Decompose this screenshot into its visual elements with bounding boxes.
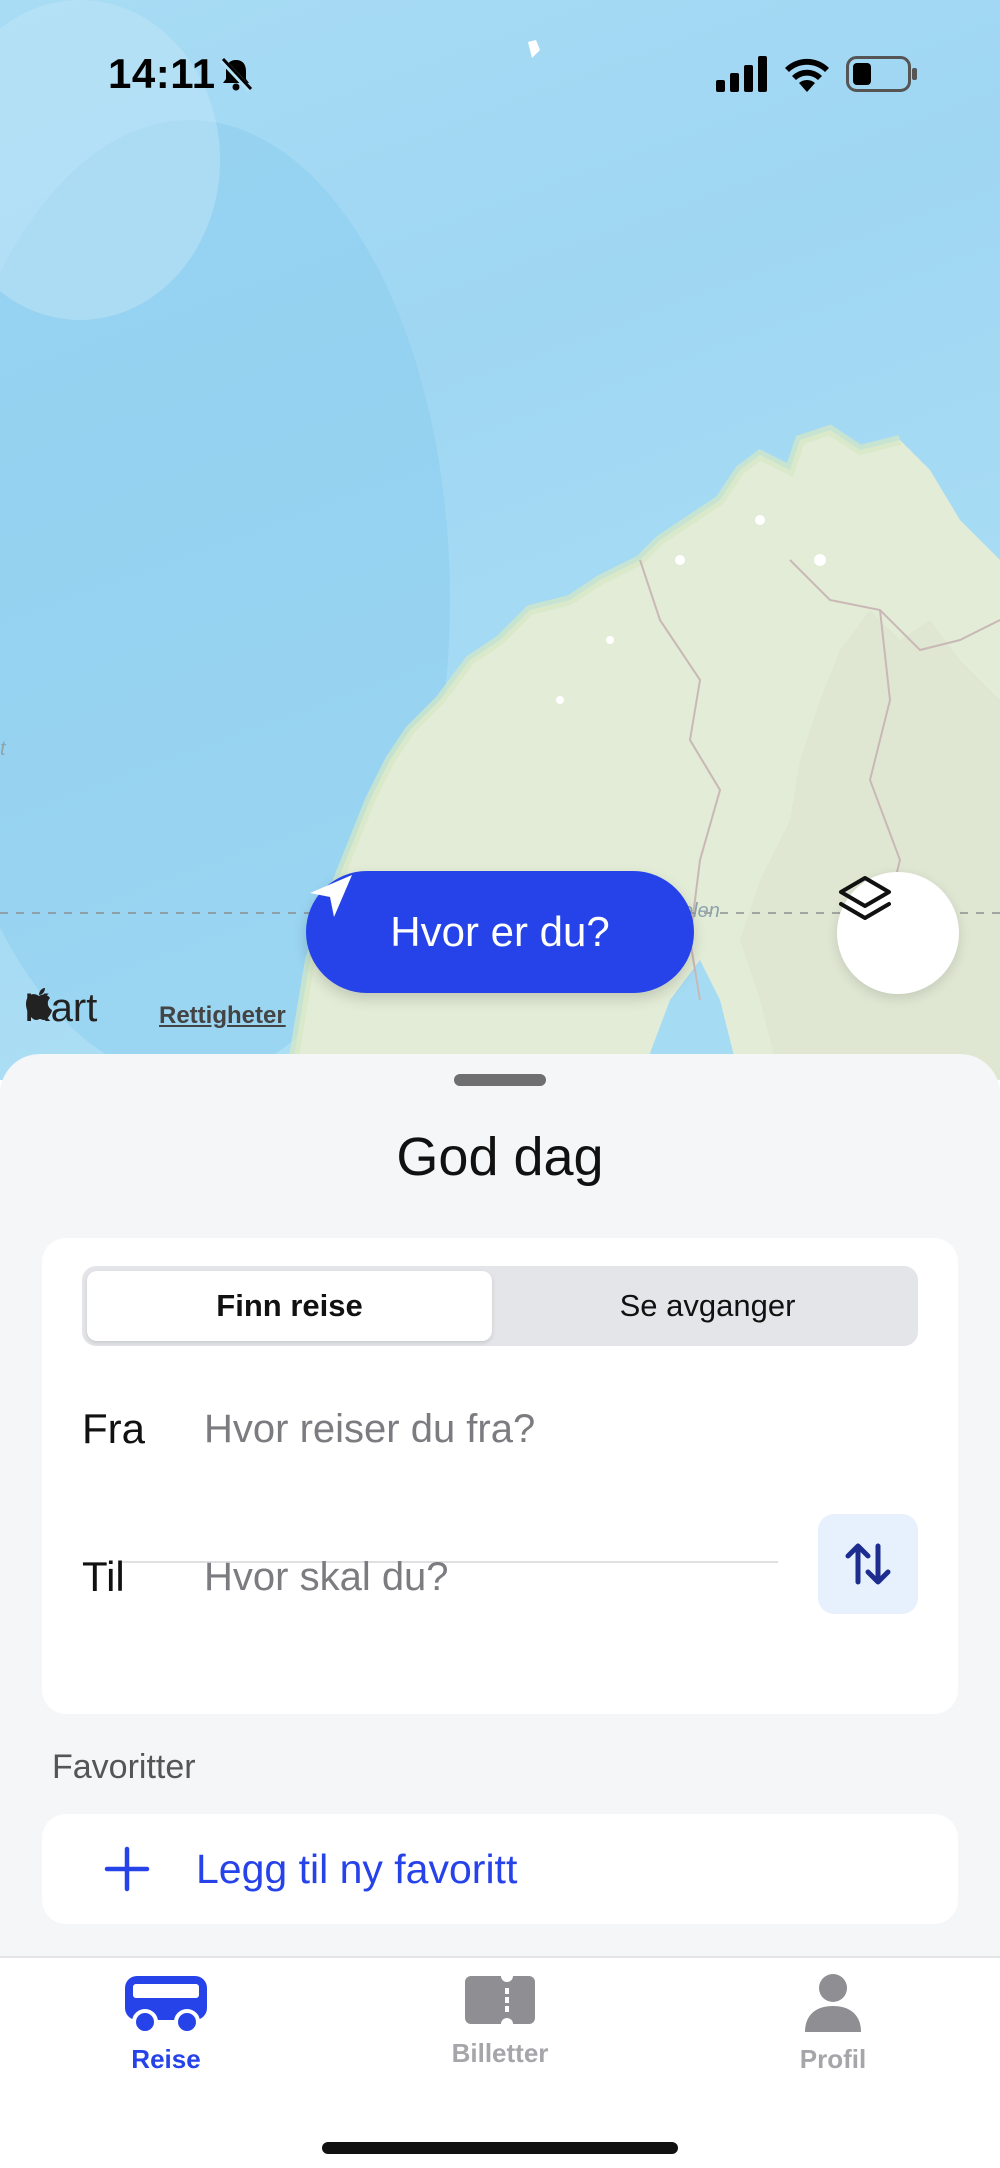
favorites-heading: Favoritter (52, 1748, 196, 1786)
silent-bell-icon (219, 57, 253, 92)
map-layers-button[interactable] (837, 872, 959, 994)
tab-billetter[interactable]: Billetter (400, 1972, 600, 2092)
from-row: Fra (82, 1384, 842, 1474)
rights-link[interactable]: Rettigheter (159, 1002, 286, 1030)
to-label: Til (82, 1553, 125, 1600)
person-icon (805, 1974, 861, 2032)
map-attribution: Kart (24, 986, 97, 1031)
where-are-you-button[interactable]: Hvor er du? (306, 871, 694, 993)
map-edge-label: t (0, 738, 6, 760)
ticket-icon (465, 1972, 535, 2028)
segmented-control: Finn reise Se avganger (82, 1266, 918, 1346)
from-label: Fra (82, 1405, 145, 1452)
segment-find-trip[interactable]: Finn reise (87, 1271, 492, 1341)
to-input[interactable] (204, 1554, 842, 1600)
trip-search-card: Finn reise Se avganger Fra Til (42, 1238, 958, 1714)
status-bar: 14:11 (0, 0, 1000, 140)
tab-profil-label: Profil (799, 2044, 867, 2074)
add-favorite-button[interactable]: Legg til ny favoritt (42, 1814, 958, 1924)
swap-locations-button[interactable] (818, 1514, 918, 1614)
home-indicator (322, 2142, 678, 2154)
greeting-title: God dag (396, 1127, 604, 1187)
bus-icon (125, 1976, 207, 2034)
signal-icon (716, 56, 767, 92)
sheet-grab-handle[interactable] (454, 1074, 546, 1086)
map-view[interactable]: elen t 14:11 Hvor er du? Kart Rettighete… (0, 0, 1000, 1080)
tab-profil[interactable]: Profil (733, 1972, 933, 2092)
where-are-you-label: Hvor er du? (390, 908, 610, 955)
segment-departures[interactable]: Se avganger (502, 1271, 913, 1341)
add-favorite-label: Legg til ny favoritt (196, 1845, 518, 1892)
apple-logo-icon (26, 988, 52, 1020)
wifi-icon (785, 58, 829, 92)
from-input[interactable] (204, 1406, 842, 1452)
tab-bar: Reise Billetter Profil (0, 1956, 1000, 2168)
status-time: 14:11 (108, 50, 216, 97)
location-arrow-icon (310, 875, 352, 917)
to-row: Til (82, 1532, 842, 1622)
tab-billetter-label: Billetter (451, 2038, 549, 2068)
swap-arrows-icon (845, 1543, 891, 1585)
battery-icon (846, 56, 917, 92)
tab-reise-label: Reise (131, 2044, 201, 2074)
layers-icon (839, 876, 891, 920)
tab-reise[interactable]: Reise (66, 1972, 266, 2092)
plus-icon (92, 1846, 162, 1892)
